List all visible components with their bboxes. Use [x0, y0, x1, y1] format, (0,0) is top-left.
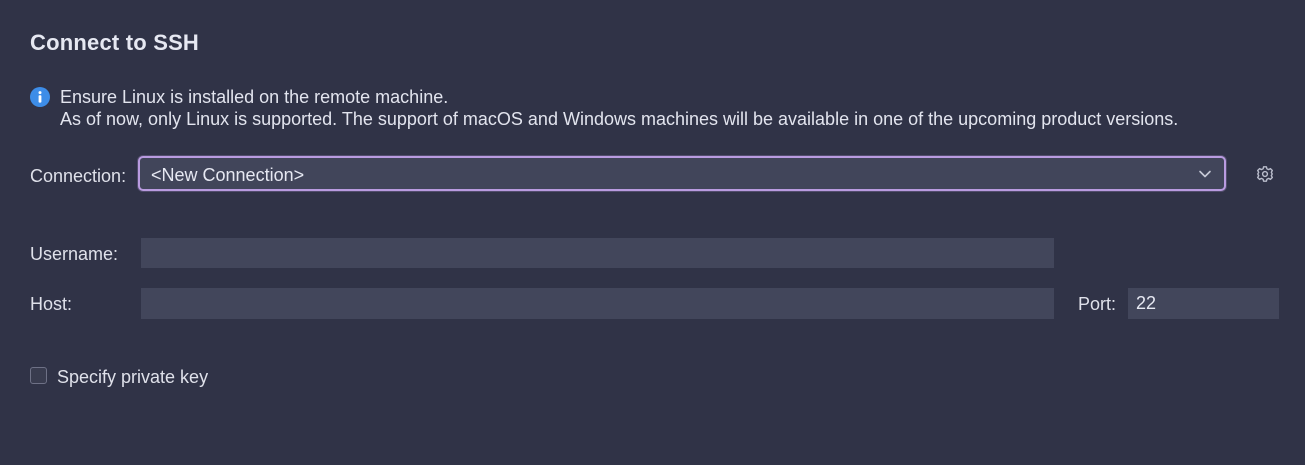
username-input[interactable]: [141, 238, 1054, 268]
connection-dropdown[interactable]: <New Connection>: [138, 156, 1226, 191]
info-circle-icon: [30, 87, 50, 107]
info-message-line1: Ensure Linux is installed on the remote …: [60, 87, 449, 107]
gear-icon[interactable]: [1256, 165, 1274, 183]
connection-label: Connection:: [30, 166, 127, 186]
host-label: Host:: [30, 294, 73, 314]
private-key-label[interactable]: Specify private key: [57, 366, 208, 388]
port-label: Port:: [1078, 294, 1117, 314]
chevron-down-icon: [1199, 170, 1211, 178]
port-input[interactable]: [1128, 288, 1279, 319]
host-input[interactable]: [141, 288, 1054, 319]
connection-selected-value: <New Connection>: [151, 165, 305, 185]
info-message-line2: As of now, only Linux is supported. The …: [60, 109, 1179, 129]
ssh-connect-dialog: Connect to SSH Ensure Linux is installed…: [0, 0, 1305, 465]
dialog-title: Connect to SSH: [30, 30, 200, 55]
username-label: Username:: [30, 244, 119, 264]
private-key-checkbox[interactable]: [30, 367, 47, 384]
